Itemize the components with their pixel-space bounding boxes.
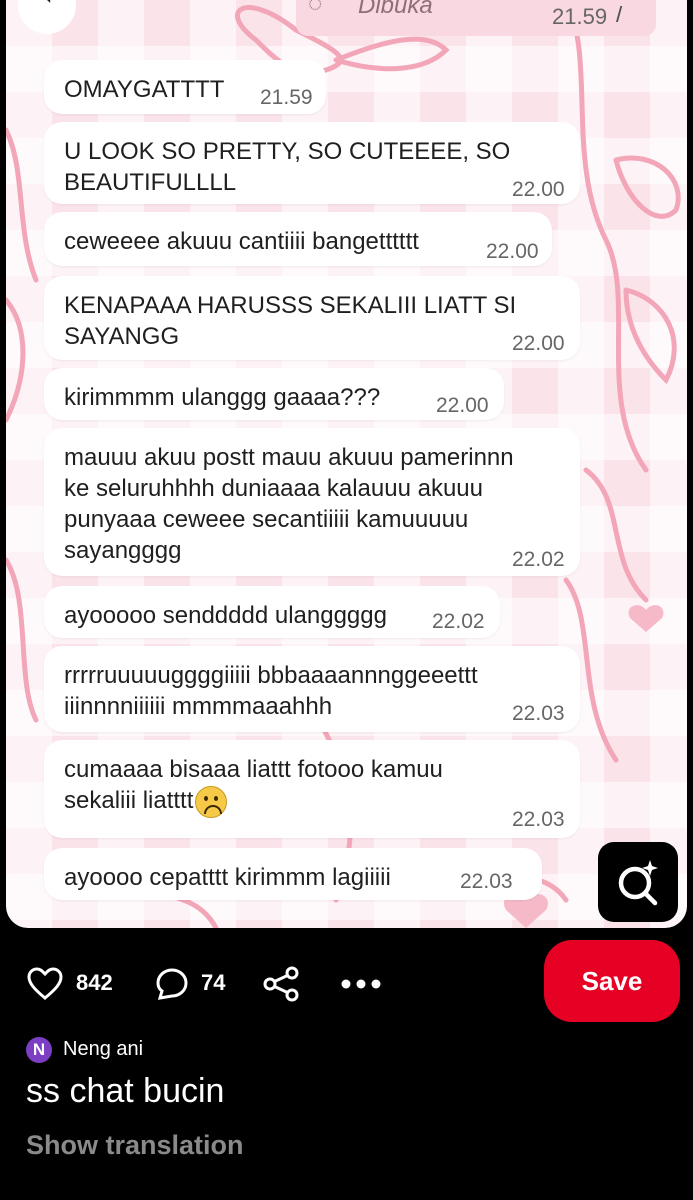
message-text: KENAPAAA HARUSSS SEKALIII LIATT SI SAYAN… [64,292,517,350]
chat-bubble: ayoooo cepatttt kirimmm lagiiiii 22.03 [44,848,542,900]
heart-icon[interactable] [26,966,64,1002]
message-time: 22.03 [460,870,513,893]
message-time: 21.59 [260,86,313,109]
message-text: ayooooo senddddd ulanggggg [64,602,387,629]
frowning-face-emoji [195,785,228,818]
comment-count: 74 [201,970,226,995]
message-time: 22.02 [512,548,565,571]
clock-icon: ◌ [308,0,323,17]
status-time: 21.59 [552,4,608,29]
chat-bubble: rrrrruuuuuggggiiiii bbbaaaannnggeeettt i… [44,646,580,732]
visual-search-button[interactable] [598,842,678,922]
message-text: U LOOK SO PRETTY, SO CUTEEEE, SO BEAUTIF… [64,138,511,196]
chat-bubble: ayooooo senddddd ulanggggg 22.02 [44,586,500,638]
message-text: ceweeee akuuu cantiiii bangetttttt [64,228,419,255]
pin-title: ss chat bucin [26,1072,225,1110]
message-text: OMAYGATTTT [64,76,225,103]
chat-bubble: KENAPAAA HARUSSS SEKALIII LIATT SI SAYAN… [44,276,580,360]
share-icon[interactable] [262,966,300,1002]
message-time: 22.03 [512,702,565,725]
message-text: mauuu akuu postt mauu akuuu pamerinnn ke… [64,444,514,564]
chat-bubble: ceweeee akuuu cantiiii bangetttttt 22.00 [44,212,552,266]
message-time: 22.00 [436,394,489,417]
like-count: 842 [76,970,113,995]
chat-bubble: cumaaaa bisaaa liattt fotooo kamuu sekal… [44,740,580,838]
author-name[interactable]: Neng ani [63,1038,143,1061]
save-button[interactable]: Save [544,940,680,1022]
message-time: 22.00 [512,332,565,355]
message-time: 22.00 [486,240,539,263]
status-text: Dibuka [358,0,433,19]
message-time: 22.03 [512,808,565,831]
message-text: cumaaaa bisaaa liattt fotooo kamuu sekal… [64,756,443,814]
pin-image[interactable]: ‹ ◌ Dibuka 21.59 // OMAYGATTTT 21.59 U L… [6,0,687,928]
message-text: rrrrruuuuuggggiiiii bbbaaaannnggeeettt i… [64,662,478,720]
visual-search-icon [618,860,658,906]
message-text: cumaaaa bisaaa liattt fotooo kamuu sekal… [64,754,443,818]
show-translation-link[interactable]: Show translation [26,1130,244,1161]
chat-bubble: mauuu akuu postt mauu akuuu pamerinnn ke… [44,428,580,576]
message-text: ayoooo cepatttt kirimmm lagiiiii [64,864,391,891]
back-arrow-icon: ‹ [41,0,53,13]
more-icon[interactable] [338,966,384,1002]
avatar[interactable]: N [26,1037,52,1063]
chat-bubble: U LOOK SO PRETTY, SO CUTEEEE, SO BEAUTIF… [44,122,580,204]
chat-bubble: OMAYGATTTT 21.59 [44,60,326,114]
comment-icon[interactable] [154,966,190,1002]
message-text: kirimmmm ulanggg gaaaa??? [64,384,381,411]
chat-bubble: kirimmmm ulanggg gaaaa??? 22.00 [44,368,504,420]
message-time: 22.00 [512,178,565,201]
chat-status-pill: ◌ Dibuka 21.59 // [296,0,656,36]
message-time: 22.02 [432,610,485,633]
